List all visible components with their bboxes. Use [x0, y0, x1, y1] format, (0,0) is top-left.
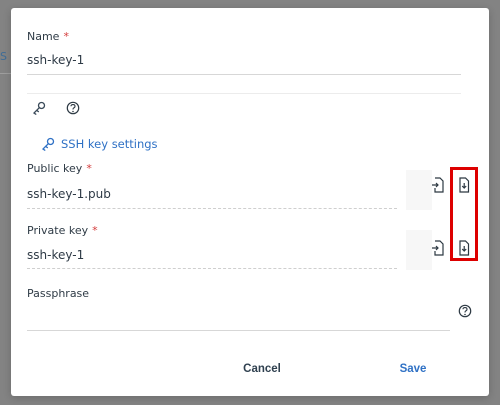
required-marker: * [86, 162, 92, 175]
name-label: Name * [27, 30, 69, 44]
private-key-value[interactable]: ssh-key-1 [27, 247, 84, 263]
key-icon [41, 137, 55, 151]
private-key-underline [27, 268, 397, 269]
ssh-key-settings-label: SSH key settings [61, 137, 158, 151]
required-marker: * [92, 224, 98, 237]
name-label-text: Name [27, 30, 60, 43]
key-icon[interactable] [31, 100, 47, 116]
private-key-label-text: Private key [27, 224, 89, 237]
help-icon[interactable] [65, 100, 81, 116]
name-value[interactable]: ssh-key-1 [27, 52, 84, 68]
ssh-key-dialog: Name * ssh-key-1 SSH key settings Public … [11, 8, 489, 396]
ssh-key-settings-link[interactable]: SSH key settings [41, 135, 211, 153]
import-file-icon[interactable] [430, 240, 446, 256]
public-key-underline [27, 208, 397, 209]
public-key-label: Public key * [27, 162, 92, 176]
private-key-label: Private key * [27, 224, 98, 238]
passphrase-label: Passphrase [27, 287, 90, 300]
help-icon[interactable] [457, 303, 473, 319]
passphrase-underline [27, 330, 450, 331]
required-marker: * [63, 30, 69, 43]
public-key-label-text: Public key [27, 162, 83, 175]
name-underline [27, 74, 461, 75]
dialog-pointer [13, 35, 29, 51]
private-key-field-shade [406, 230, 432, 270]
save-button[interactable]: Save [381, 358, 445, 380]
public-key-value[interactable]: ssh-key-1.pub [27, 186, 111, 202]
public-key-field-shade [406, 170, 432, 210]
passphrase-input[interactable] [27, 309, 447, 327]
import-file-icon[interactable] [430, 177, 446, 193]
download-icons-highlight [450, 167, 478, 261]
cancel-button[interactable]: Cancel [227, 358, 297, 380]
section-divider [27, 93, 461, 94]
